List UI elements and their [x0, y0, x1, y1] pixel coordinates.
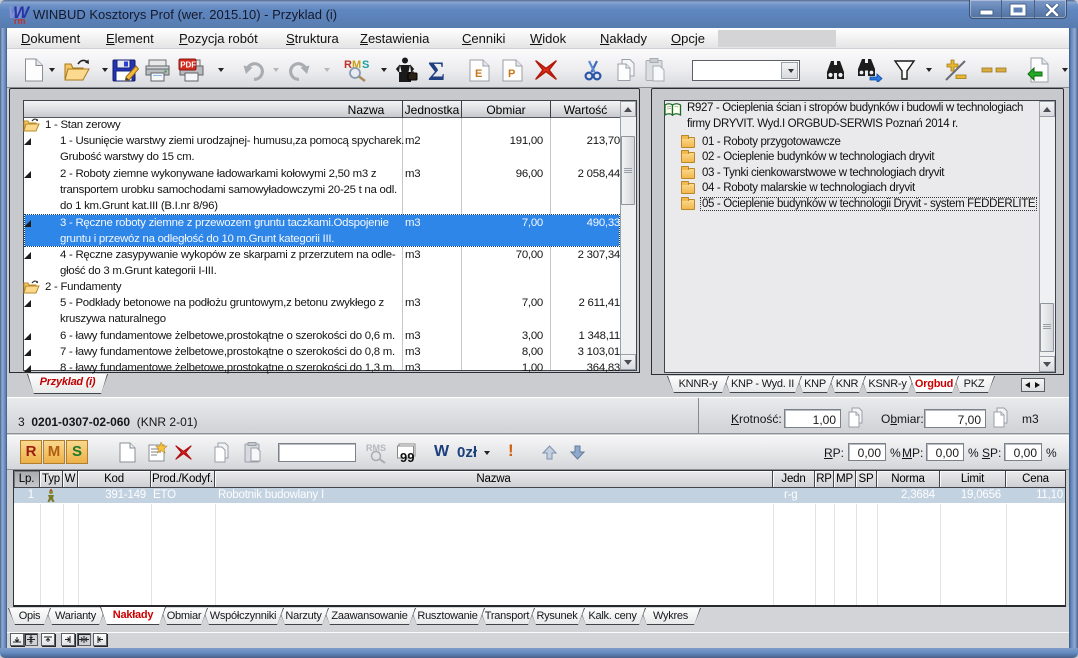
svg-text:99: 99 — [400, 450, 414, 464]
svg-text:E: E — [475, 68, 482, 80]
svg-text:PDF: PDF — [180, 61, 196, 70]
svg-text:S: S — [362, 59, 369, 71]
svg-text:P: P — [508, 68, 515, 80]
svg-text:Σ: Σ — [428, 57, 445, 83]
svg-text:rm: rm — [14, 16, 26, 26]
